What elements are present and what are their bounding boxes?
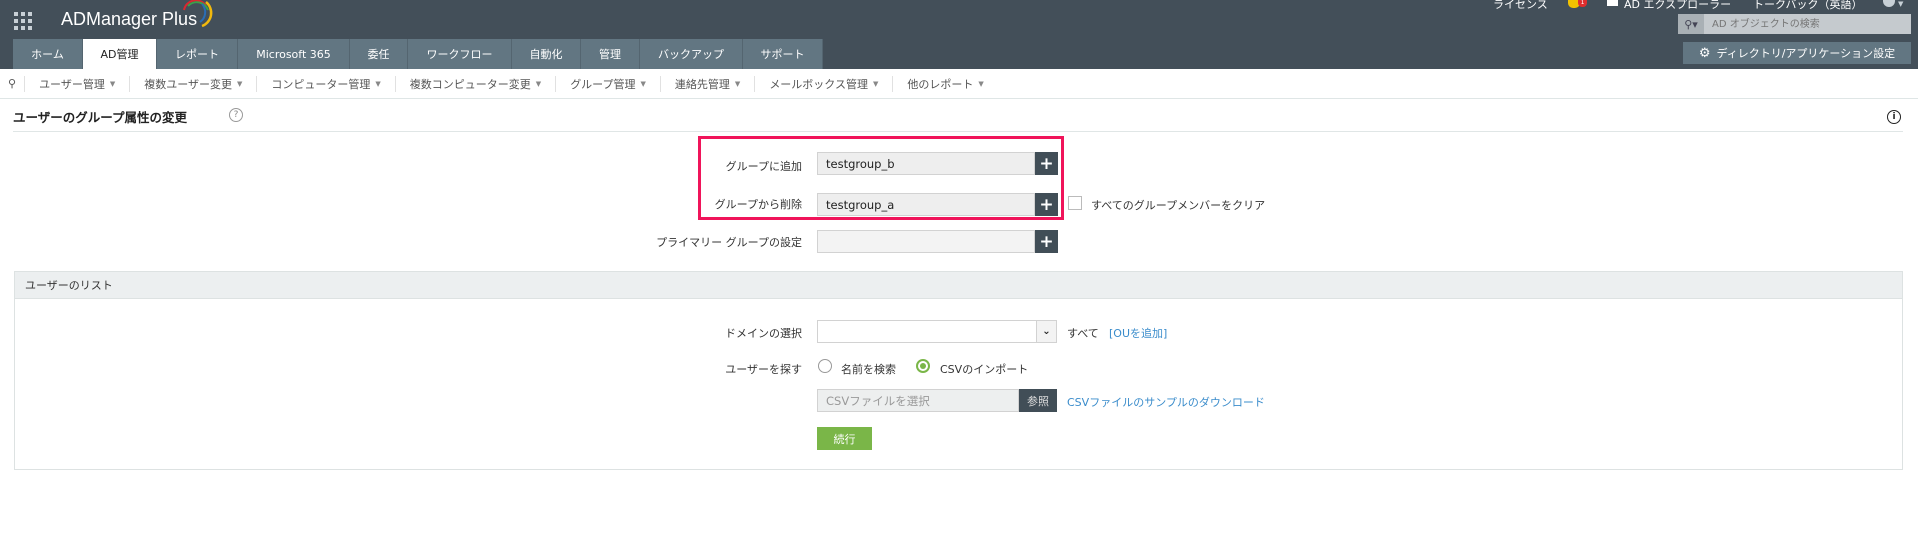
submenu-group-management[interactable]: グループ管理 ▼ — [556, 75, 661, 92]
top-header: ADManager Plus ライセンス 1 AD エクスプローラー トークバッ… — [0, 0, 1918, 69]
info-icon[interactable]: i — [1887, 110, 1901, 124]
caret-down-icon: ▼ — [109, 79, 116, 88]
gear-icon: ⚙ — [1698, 45, 1711, 61]
main-tabs: ホーム AD管理 レポート Microsoft 365 委任 ワークフロー 自動… — [13, 39, 823, 69]
add-ou-link[interactable]: [OUを追加] — [1109, 325, 1167, 341]
page-title: ユーザーのグループ属性の変更 — [13, 110, 188, 125]
caret-down-icon: ▼ — [978, 79, 984, 88]
continue-button[interactable]: 続行 — [817, 427, 872, 450]
highlight-box — [698, 136, 1064, 220]
app-grid-icon[interactable] — [14, 12, 32, 30]
clear-members-checkbox[interactable] — [1068, 196, 1082, 210]
csv-sample-download-link[interactable]: CSVファイルのサンプルのダウンロード — [1067, 394, 1265, 410]
find-users-label: ユーザーを探す — [725, 363, 802, 376]
sub-menu: ⚲ ユーザー管理 ▼ 複数ユーザー変更 ▼ コンピューター管理 ▼ 複数コンピューター… — [0, 69, 1918, 99]
tab-automation[interactable]: 自動化 — [512, 39, 581, 69]
clear-members-label: すべてのグループメンバーをクリア — [1091, 199, 1266, 212]
submenu-user-management[interactable]: ユーザー管理 ▼ — [25, 75, 131, 92]
submenu-label: ユーザー管理 — [39, 77, 105, 91]
divider — [13, 131, 1903, 132]
ad-object-search: ⚲▾ — [1678, 14, 1911, 34]
primary-group-label: プライマリー グループの設定 — [656, 236, 802, 249]
submenu-label: 連絡先管理 — [674, 77, 730, 91]
caret-down-icon: ▼ — [640, 79, 646, 88]
search-name-radio[interactable] — [818, 359, 832, 373]
tab-support[interactable]: サポート — [743, 39, 823, 69]
submenu-contact-management[interactable]: 連絡先管理 ▼ — [661, 75, 756, 92]
search-icon[interactable]: ⚲▾ — [1678, 14, 1704, 34]
app-logo[interactable]: ADManager Plus — [61, 9, 197, 30]
ad-explorer-link[interactable]: AD エクスプローラー — [1624, 0, 1731, 14]
help-icon[interactable]: ? — [229, 108, 243, 122]
submenu-label: 複数コンピューター変更 — [409, 77, 531, 91]
logo-arc-icon — [183, 0, 213, 28]
submenu-other-reports[interactable]: 他のレポート ▼ — [893, 76, 997, 92]
caret-down-icon: ▼ — [734, 79, 741, 88]
caret-down-icon: ▼ — [237, 79, 243, 88]
all-label: すべて — [1067, 327, 1099, 340]
submenu-search-icon[interactable]: ⚲ — [0, 75, 26, 92]
submenu-bulk-computer-modify[interactable]: 複数コンピューター変更 ▼ — [396, 75, 557, 92]
directory-settings-button[interactable]: ⚙ ディレクトリ/アプリケーション設定 — [1683, 42, 1911, 64]
explorer-icon — [1607, 0, 1618, 6]
csv-import-radio[interactable] — [916, 359, 930, 373]
user-list-header: ユーザーのリスト — [15, 272, 1902, 299]
submenu-label: グループ管理 — [570, 77, 636, 91]
caret-down-icon: ▼ — [872, 79, 879, 88]
submenu-label: コンピューター管理 — [271, 77, 371, 91]
browse-button[interactable]: 参照 — [1019, 389, 1057, 412]
csv-import-label: CSVのインポート — [940, 363, 1029, 376]
tab-backup[interactable]: バックアップ — [640, 39, 743, 69]
submenu-bulk-user-modify[interactable]: 複数ユーザー変更 ▼ — [130, 75, 258, 92]
domain-select[interactable]: ⌄ — [817, 320, 1057, 343]
domain-label: ドメインの選択 — [725, 327, 802, 340]
primary-group-input[interactable] — [817, 230, 1035, 253]
talkback-link[interactable]: トークバック（英語） — [1753, 0, 1862, 14]
submenu-label: メールボックス管理 — [769, 77, 868, 91]
tab-admin[interactable]: 管理 — [581, 39, 640, 69]
primary-group-plus-button[interactable]: + — [1035, 230, 1058, 253]
csv-file-input[interactable]: CSVファイルを選択 — [817, 389, 1019, 412]
submenu-label: 他のレポート — [907, 77, 974, 91]
submenu-mailbox-management[interactable]: メールボックス管理 ▼ — [755, 75, 894, 92]
caret-down-icon: ▼ — [535, 79, 542, 88]
tab-home[interactable]: ホーム — [13, 39, 83, 69]
submenu-computer-management[interactable]: コンピューター管理 ▼ — [257, 75, 396, 92]
tab-workflow[interactable]: ワークフロー — [408, 39, 512, 69]
license-link[interactable]: ライセンス — [1493, 0, 1548, 14]
caret-down-icon: ▼ — [375, 79, 381, 88]
settings-label: ディレクトリ/アプリケーション設定 — [1716, 47, 1896, 60]
submenu-label: 複数ユーザー変更 — [144, 77, 233, 91]
chevron-down-icon[interactable]: ⌄ — [1036, 321, 1056, 342]
search-input[interactable] — [1704, 14, 1911, 34]
tab-microsoft-365[interactable]: Microsoft 365 — [238, 39, 350, 69]
user-avatar-icon[interactable] — [1883, 0, 1895, 7]
chevron-down-icon[interactable]: ▼ — [1898, 0, 1903, 8]
notification-badge: 1 — [1578, 0, 1587, 7]
search-name-label: 名前を検索 — [841, 363, 896, 376]
tab-delegation[interactable]: 委任 — [350, 39, 408, 69]
tab-reports[interactable]: レポート — [157, 39, 238, 69]
tab-ad-management[interactable]: AD管理 — [83, 39, 157, 69]
